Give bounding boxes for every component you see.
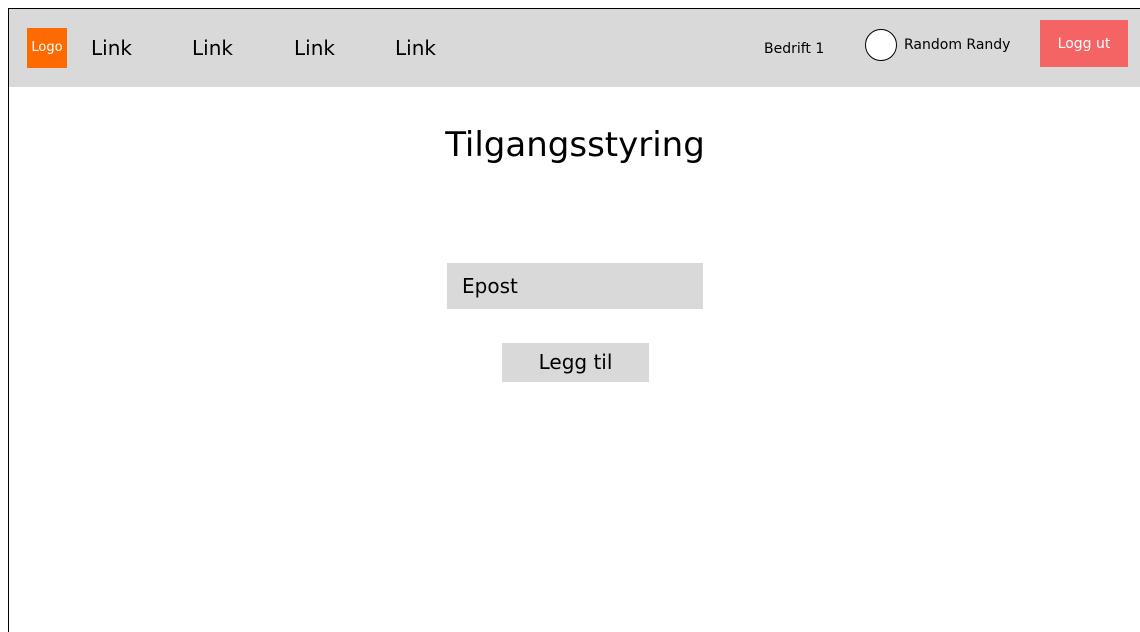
logout-button[interactable]: Logg ut — [1040, 20, 1128, 67]
nav-link-3[interactable]: Link — [294, 36, 335, 60]
user-avatar-icon[interactable] — [865, 29, 897, 61]
nav-link-1[interactable]: Link — [91, 36, 132, 60]
top-navbar: Logo Link Link Link Link Bedrift 1 Rando… — [9, 9, 1140, 87]
app-frame: Logo Link Link Link Link Bedrift 1 Rando… — [8, 8, 1140, 632]
page-title: Tilgangsstyring — [445, 125, 705, 165]
logo[interactable]: Logo — [27, 28, 67, 68]
user-name: Random Randy — [904, 37, 1011, 53]
company-name: Bedrift 1 — [764, 41, 825, 57]
email-input[interactable] — [447, 263, 703, 309]
nav-link-4[interactable]: Link — [395, 36, 436, 60]
add-button[interactable]: Legg til — [502, 343, 649, 382]
nav-link-2[interactable]: Link — [192, 36, 233, 60]
